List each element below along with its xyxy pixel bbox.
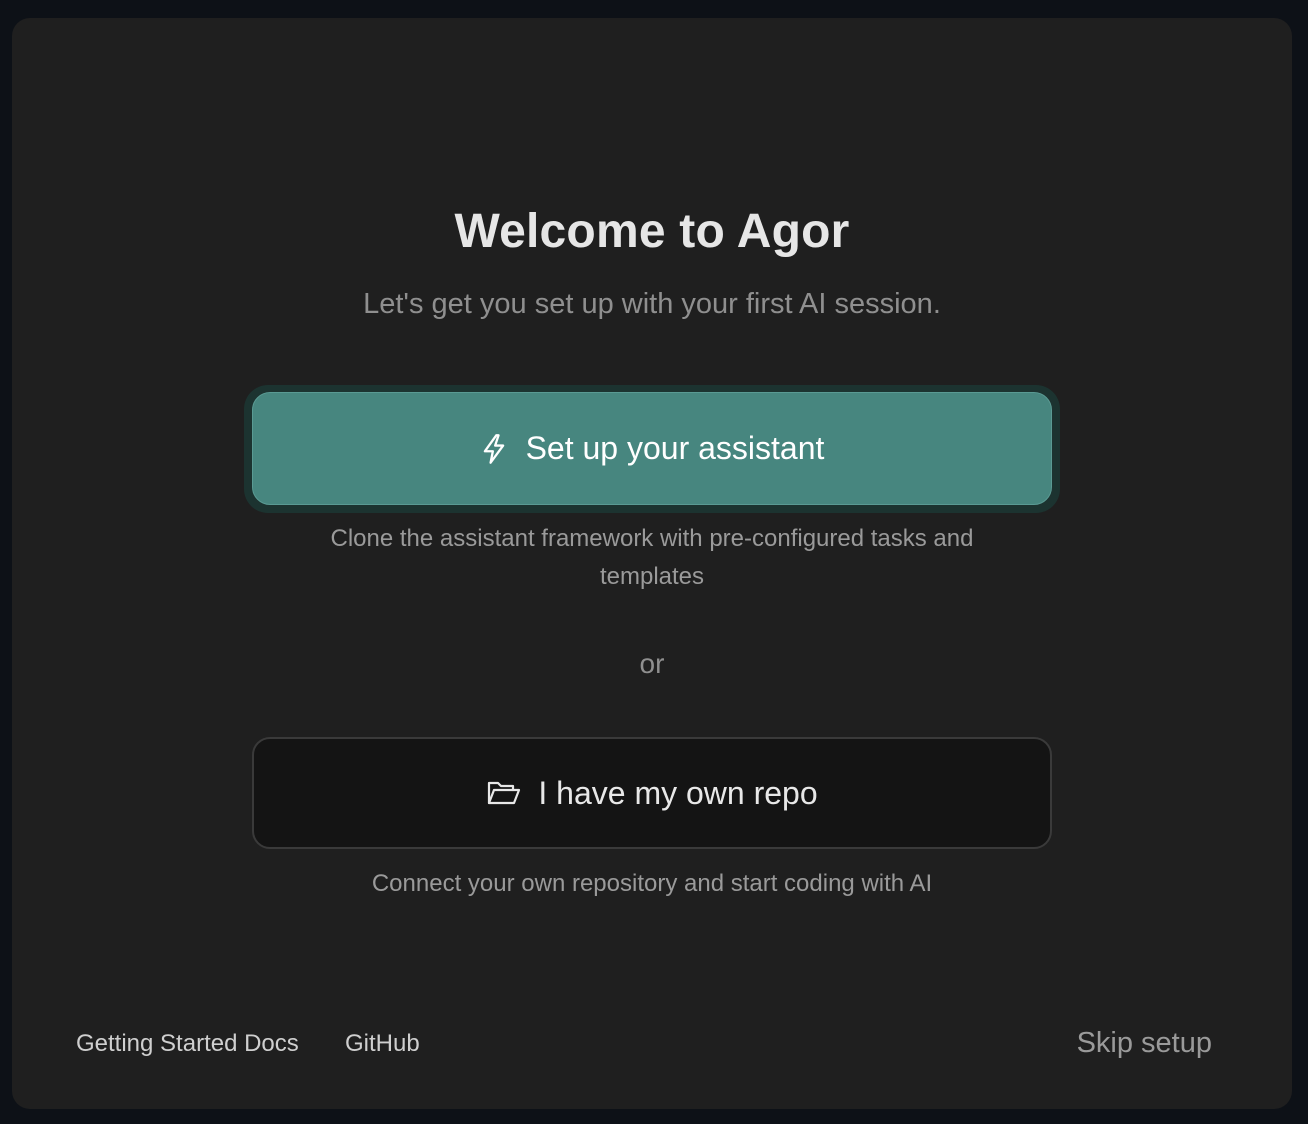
setup-assistant-description: Clone the assistant framework with pre-c… — [12, 520, 1292, 596]
page-title: Welcome to Agor — [454, 205, 850, 258]
setup-assistant-description-line2: templates — [599, 563, 705, 590]
own-repo-label: I have my own repo — [538, 774, 818, 811]
primary-button-focus-ring: Set up your assistant — [244, 385, 1060, 513]
own-repo-description: Connect your own repository and start co… — [371, 870, 933, 897]
lightning-bolt-icon — [480, 433, 508, 465]
page-subtitle: Let's get you set up with your first AI … — [363, 288, 941, 320]
setup-assistant-button[interactable]: Set up your assistant — [252, 392, 1052, 505]
skip-setup-button[interactable]: Skip setup — [1077, 1027, 1212, 1060]
setup-assistant-description-line1: Clone the assistant framework with pre-c… — [330, 525, 974, 552]
getting-started-docs-link[interactable]: Getting Started Docs — [76, 1030, 299, 1058]
folder-open-icon — [486, 778, 522, 808]
setup-assistant-label: Set up your assistant — [525, 430, 825, 466]
onboarding-modal: Welcome to Agor Let's get you set up wit… — [12, 18, 1292, 1109]
own-repo-button[interactable]: I have my own repo — [252, 737, 1052, 849]
github-link[interactable]: GitHub — [345, 1030, 420, 1058]
or-divider: or — [639, 648, 665, 679]
